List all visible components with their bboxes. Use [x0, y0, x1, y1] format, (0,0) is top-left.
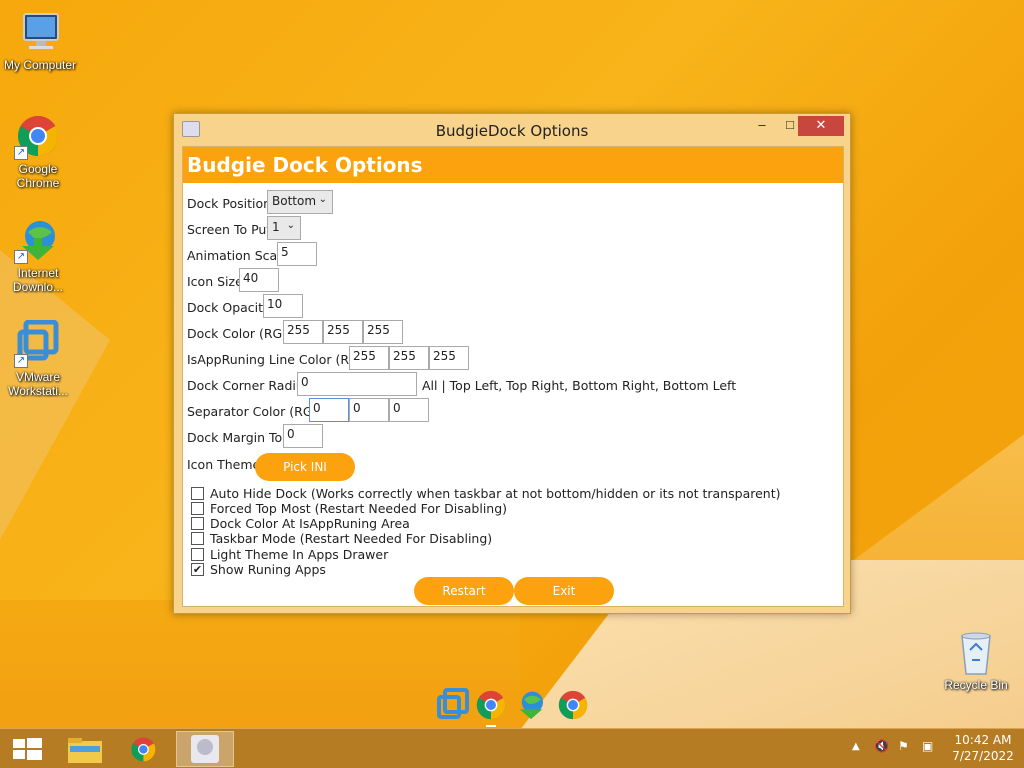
- exit-button[interactable]: Exit: [514, 577, 614, 605]
- dock-color-b-input[interactable]: 255: [363, 320, 403, 344]
- line-color-b-input[interactable]: 255: [429, 346, 469, 370]
- desktop-icon-label: Recycle Bin: [944, 678, 1008, 692]
- dock-color-g-input[interactable]: 255: [323, 320, 363, 344]
- page-title: Budgie Dock Options: [183, 147, 843, 183]
- clock-date: 7/27/2022: [952, 749, 1014, 763]
- desktop-icon-idm[interactable]: ↗ Internet Downlo...: [0, 216, 78, 294]
- desktop-icon-label: Internet Downlo...: [12, 266, 64, 294]
- separator-color-g-input[interactable]: 0: [349, 398, 389, 422]
- dock-position-value: Bottom: [272, 194, 317, 208]
- minimize-button[interactable]: –: [748, 116, 776, 136]
- icon-theme-label: Icon Theme: [187, 457, 261, 472]
- checkbox-label: Forced Top Most (Restart Needed For Disa…: [210, 501, 508, 516]
- dock-opacity-label: Dock Opacity: [187, 300, 271, 315]
- file-explorer-icon: [68, 738, 102, 763]
- clock[interactable]: 10:42 AM 7/27/2022: [950, 733, 1016, 763]
- dock-item-vmware[interactable]: [436, 688, 470, 722]
- shortcut-arrow-icon: ↗: [14, 250, 28, 264]
- start-button[interactable]: [0, 731, 58, 767]
- chrome-icon: [131, 737, 156, 762]
- dock-position-label: Dock Position: [187, 196, 272, 211]
- chrome-icon: ↗: [14, 112, 62, 160]
- line-color-g-input[interactable]: 255: [389, 346, 429, 370]
- checkbox-box[interactable]: [191, 532, 204, 545]
- line-color-r-input[interactable]: 255: [349, 346, 389, 370]
- screen-to-put-value: 1: [272, 220, 280, 234]
- budgie-dock: [430, 684, 595, 728]
- animation-scale-label: Animation Scale: [187, 248, 289, 263]
- screen-to-put-label: Screen To Put: [187, 222, 272, 237]
- corner-radius-label: Dock Corner Radius: [187, 378, 311, 393]
- chevron-down-icon: ⌄: [318, 194, 327, 205]
- shortcut-arrow-icon: ↗: [14, 354, 28, 368]
- checkbox-box[interactable]: [191, 502, 204, 515]
- separator-color-label: Separator Color (RGB): [187, 404, 326, 419]
- clock-time: 10:42 AM: [954, 733, 1012, 747]
- separator-color-r-input[interactable]: 0: [309, 398, 349, 422]
- checkbox-label: Auto Hide Dock (Works correctly when tas…: [210, 486, 781, 501]
- margin-top-input[interactable]: 0: [283, 424, 323, 448]
- desktop-icon-my-computer[interactable]: My Computer: [0, 8, 80, 72]
- start-icon: [13, 738, 42, 760]
- vmware-icon: [437, 688, 469, 719]
- desktop-icon-label: VMware Workstati...: [8, 370, 68, 398]
- desktop-icon-label: My Computer: [3, 58, 77, 72]
- close-button[interactable]: ✕: [798, 116, 844, 136]
- pick-ini-button[interactable]: Pick INI: [255, 453, 355, 481]
- recycle-bin-icon: [952, 630, 1000, 676]
- desktop-icon-chrome[interactable]: ↗ Google Chrome: [0, 112, 78, 190]
- options-panel: Budgie Dock Options Dock Position Bottom…: [182, 146, 844, 607]
- taskbar: ▲ 🔇 ⚑ ▣ 10:42 AM 7/27/2022: [0, 728, 1024, 768]
- dock-position-select[interactable]: Bottom ⌄: [267, 190, 333, 214]
- shortcut-arrow-icon: ↗: [14, 146, 28, 160]
- running-indicator: [486, 725, 496, 727]
- dock-item-idm[interactable]: [514, 688, 548, 722]
- desktop-icon-recycle-bin[interactable]: Recycle Bin: [936, 630, 1016, 692]
- title-bar[interactable]: BudgieDock Options – □ ✕: [174, 114, 850, 144]
- checkbox-label: Light Theme In Apps Drawer: [210, 547, 389, 562]
- restart-button[interactable]: Restart: [414, 577, 514, 605]
- internet-download-manager-icon: [519, 691, 544, 720]
- network-icon[interactable]: ▣: [922, 739, 933, 753]
- internet-download-manager-icon: ↗: [14, 216, 62, 264]
- budgiedock-icon: [191, 735, 219, 763]
- action-center-flag-icon[interactable]: ⚑: [898, 739, 909, 753]
- corner-radius-input[interactable]: 0: [297, 372, 417, 396]
- checkbox-box[interactable]: [191, 517, 204, 530]
- computer-icon: [16, 8, 64, 56]
- dock-opacity-input[interactable]: 10: [263, 294, 303, 318]
- checkbox-label: Dock Color At IsAppRuning Area: [210, 516, 410, 531]
- checkmark-icon[interactable]: ✔: [191, 563, 204, 576]
- chevron-down-icon: ⌄: [286, 220, 295, 231]
- line-color-label: IsAppRuning Line Color (RGB): [187, 352, 373, 367]
- dock-color-r-input[interactable]: 255: [283, 320, 323, 344]
- corner-radius-hint: All | Top Left, Top Right, Bottom Right,…: [422, 378, 737, 393]
- chrome-icon: [476, 690, 506, 720]
- checkbox-box[interactable]: [191, 487, 204, 500]
- dock-color-label: Dock Color (RGB): [187, 326, 296, 341]
- checkbox-label: Show Runing Apps: [210, 562, 326, 577]
- icon-size-label: Icon Size: [187, 274, 243, 289]
- separator-color-b-input[interactable]: 0: [389, 398, 429, 422]
- checkbox-box[interactable]: [191, 548, 204, 561]
- screen-to-put-select[interactable]: 1 ⌄: [267, 216, 301, 240]
- tray-expand-icon[interactable]: ▲: [852, 741, 860, 752]
- dock-item-chrome[interactable]: [556, 688, 590, 722]
- chrome-icon: [558, 690, 588, 720]
- animation-scale-input[interactable]: 5: [277, 242, 317, 266]
- desktop-icon-vmware[interactable]: ↗ VMware Workstati...: [0, 319, 78, 398]
- taskbar-chrome-button[interactable]: [114, 731, 172, 767]
- wallpaper-shape: [840, 430, 1024, 570]
- checkbox-label: Taskbar Mode (Restart Needed For Disabli…: [210, 531, 493, 546]
- dock-item-chrome[interactable]: [474, 688, 508, 722]
- icon-size-input[interactable]: 40: [239, 268, 279, 292]
- vmware-icon: ↗: [14, 319, 62, 368]
- file-explorer-button[interactable]: [56, 731, 114, 767]
- volume-muted-icon[interactable]: 🔇: [874, 739, 889, 753]
- desktop-icon-label: Google Chrome: [16, 162, 60, 190]
- options-window: BudgieDock Options – □ ✕ Budgie Dock Opt…: [173, 113, 851, 614]
- margin-top-label: Dock Margin Top: [187, 430, 291, 445]
- taskbar-budgiedock-button[interactable]: [176, 731, 234, 767]
